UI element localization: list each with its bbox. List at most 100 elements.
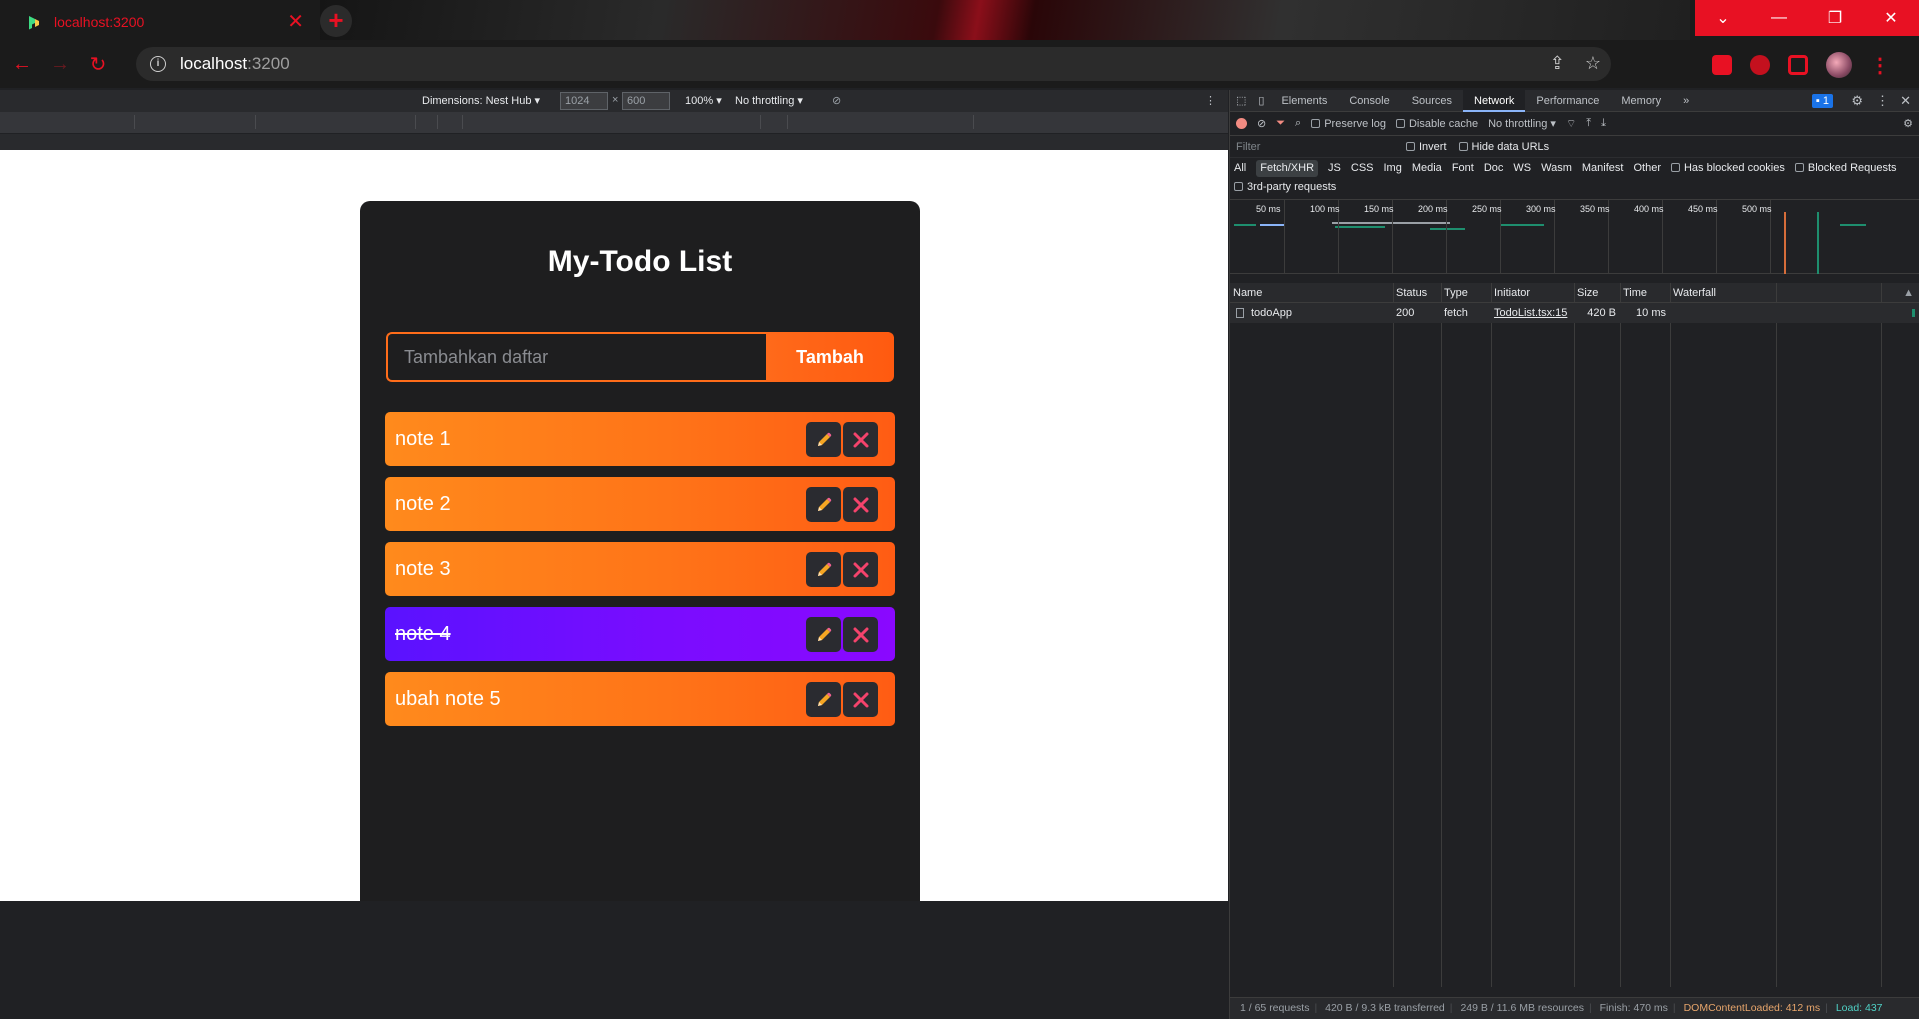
preserve-log-label: Preserve log (1324, 117, 1386, 130)
sort-arrow-icon[interactable]: ▲ (1900, 283, 1914, 303)
delete-button[interactable] (843, 617, 878, 652)
tab-search-icon[interactable]: ⌄ (1695, 0, 1751, 36)
delete-button[interactable] (843, 552, 878, 587)
invert-checkbox[interactable]: Invert (1406, 141, 1447, 153)
column-header-name[interactable]: Name (1230, 283, 1262, 303)
todo-item[interactable]: note 2 (385, 477, 895, 531)
inspect-element-icon[interactable]: ⬚ (1230, 90, 1252, 112)
delete-button[interactable] (843, 422, 878, 457)
type-filter-doc[interactable]: Doc (1484, 160, 1504, 177)
column-header-time[interactable]: Time (1620, 283, 1647, 303)
extension-icon[interactable] (1788, 55, 1808, 75)
restore-icon[interactable]: ❐ (1807, 0, 1863, 36)
network-throttling-select[interactable]: No throttling ▾ (1488, 117, 1556, 130)
close-tab-icon[interactable]: ✕ (287, 12, 304, 32)
todo-item[interactable]: note 1 (385, 412, 895, 466)
edit-button[interactable] (806, 682, 841, 717)
type-filter-img[interactable]: Img (1384, 160, 1402, 177)
type-filter-css[interactable]: CSS (1351, 160, 1374, 177)
share-icon[interactable]: ⇪ (1550, 53, 1565, 74)
extension-icon[interactable] (1712, 55, 1732, 75)
table-row[interactable]: todoApp 200 fetch TodoList.tsx:15 420 B 10 ms (1230, 303, 1919, 323)
delete-button[interactable] (843, 487, 878, 522)
back-arrow-icon[interactable]: ← (6, 48, 38, 80)
add-todo-button[interactable]: Tambah (766, 332, 894, 382)
media-query-bar[interactable] (0, 112, 1228, 134)
network-settings-icon[interactable]: ⚙ (1903, 117, 1913, 130)
tab-network[interactable]: Network (1463, 90, 1526, 112)
rotate-icon[interactable]: ⊘ (832, 94, 841, 107)
minimize-icon[interactable]: — (1751, 0, 1807, 36)
extension-icon[interactable] (1750, 55, 1770, 75)
site-info-icon[interactable]: i (150, 56, 166, 72)
edit-button[interactable] (806, 617, 841, 652)
throttling-select[interactable]: No throttling ▾ (735, 94, 803, 107)
timeline-bar (1234, 224, 1256, 226)
column-header-initiator[interactable]: Initiator (1491, 283, 1530, 303)
browser-menu-icon[interactable]: ⋮ (1870, 53, 1890, 78)
edit-button[interactable] (806, 487, 841, 522)
column-header-waterfall[interactable]: Waterfall (1670, 283, 1716, 303)
column-header-size[interactable]: Size (1574, 283, 1598, 303)
type-filter-ws[interactable]: WS (1513, 160, 1531, 177)
type-filter-wasm[interactable]: Wasm (1541, 160, 1572, 177)
cell-initiator[interactable]: TodoList.tsx:15 (1491, 303, 1567, 323)
filter-input[interactable]: Filter (1234, 137, 1394, 156)
network-overview-timeline[interactable]: 50 ms 100 ms 150 ms 200 ms 250 ms 300 ms 350 m… (1230, 200, 1919, 274)
clear-icon[interactable]: ⊘ (1257, 117, 1266, 130)
todo-input[interactable] (386, 332, 766, 382)
tab-console[interactable]: Console (1338, 90, 1400, 112)
device-dimensions-select[interactable]: Dimensions: Nest Hub ▾ (422, 94, 540, 107)
bookmark-star-icon[interactable]: ☆ (1585, 53, 1601, 74)
import-har-icon[interactable]: ⤒ (1586, 117, 1591, 130)
filter-icon[interactable]: ⏷ (1276, 117, 1285, 130)
tab-elements[interactable]: Elements (1270, 90, 1338, 112)
export-har-icon[interactable]: ⤓ (1601, 117, 1606, 130)
browser-tab[interactable]: localhost:3200 ✕ (8, 4, 318, 40)
todo-item[interactable]: note 4 (385, 607, 895, 661)
tab-memory[interactable]: Memory (1610, 90, 1672, 112)
preserve-log-checkbox[interactable]: Preserve log (1311, 118, 1386, 130)
type-filter-fetch-xhr[interactable]: Fetch/XHR (1256, 160, 1319, 177)
record-icon[interactable] (1236, 118, 1247, 129)
device-toggle-icon[interactable]: ▯ (1252, 90, 1270, 112)
column-header-status[interactable]: Status (1393, 283, 1427, 303)
more-tabs-icon[interactable]: » (1672, 90, 1700, 112)
type-filter-all[interactable]: All (1234, 160, 1246, 177)
close-window-icon[interactable]: ✕ (1863, 0, 1919, 36)
third-party-checkbox[interactable]: 3rd-party requests (1234, 179, 1336, 196)
type-filter-manifest[interactable]: Manifest (1582, 160, 1624, 177)
forward-arrow-icon[interactable]: → (44, 48, 76, 80)
issues-badge[interactable]: ▪ 1 (1811, 94, 1833, 108)
edit-button[interactable] (806, 422, 841, 457)
type-filter-js[interactable]: JS (1328, 160, 1341, 177)
viewport-width-input[interactable]: 1024 (560, 92, 608, 110)
hide-data-urls-checkbox[interactable]: Hide data URLs (1458, 141, 1549, 153)
finish-time: Finish: 470 ms (1599, 1002, 1668, 1014)
type-filter-font[interactable]: Font (1452, 160, 1474, 177)
viewport-height-input[interactable]: 600 (622, 92, 670, 110)
delete-button[interactable] (843, 682, 878, 717)
devtools-settings-icon[interactable]: ⚙ (1851, 93, 1863, 109)
new-tab-button[interactable]: + (320, 5, 352, 37)
column-header-type[interactable]: Type (1441, 283, 1468, 303)
address-bar[interactable]: i localhost:3200 ⇪ ☆ (136, 47, 1611, 81)
todo-item[interactable]: note 3 (385, 542, 895, 596)
todo-item[interactable]: ubah note 5 (385, 672, 895, 726)
search-icon[interactable]: ⌕ (1295, 117, 1301, 130)
type-filter-media[interactable]: Media (1412, 160, 1442, 177)
devtools-menu-icon[interactable]: ⋮ (1876, 93, 1889, 109)
devtools-close-icon[interactable]: ✕ (1900, 93, 1911, 109)
tab-sources[interactable]: Sources (1401, 90, 1463, 112)
disable-cache-checkbox[interactable]: Disable cache (1395, 118, 1478, 130)
reload-icon[interactable]: ↻ (82, 48, 114, 80)
zoom-select[interactable]: 100% ▾ (685, 94, 722, 107)
blocked-requests-checkbox[interactable]: Blocked Requests (1794, 160, 1897, 177)
has-blocked-cookies-checkbox[interactable]: Has blocked cookies (1670, 160, 1785, 177)
tab-performance[interactable]: Performance (1525, 90, 1610, 112)
device-more-icon[interactable]: ⋮ (1205, 94, 1216, 107)
type-filter-other[interactable]: Other (1633, 160, 1661, 177)
edit-button[interactable] (806, 552, 841, 587)
network-conditions-icon[interactable]: ⌔ (1566, 117, 1576, 131)
profile-avatar[interactable] (1826, 52, 1852, 78)
